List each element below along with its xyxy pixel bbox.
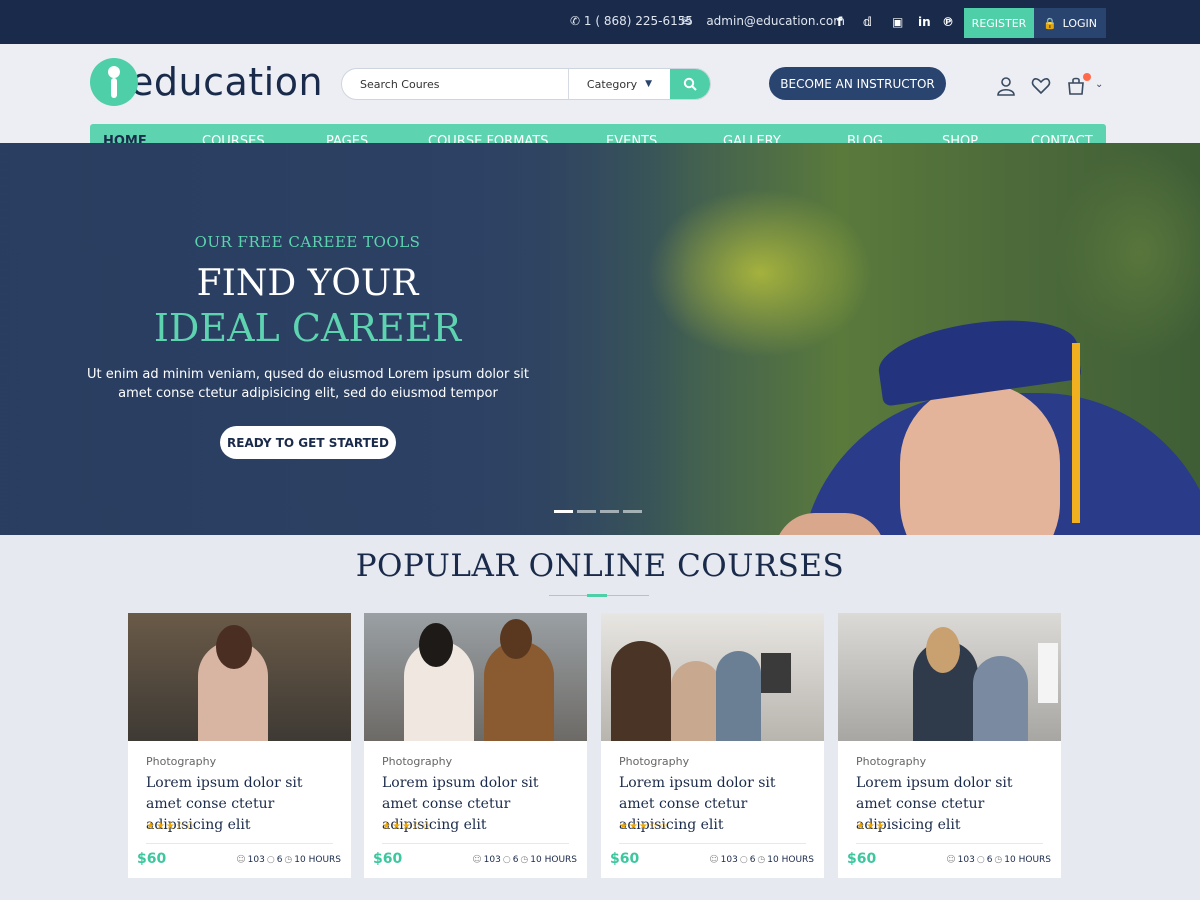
caret-down-icon: ▼ xyxy=(645,79,653,89)
course-search: Category ▼ xyxy=(341,68,711,100)
logo-person-icon xyxy=(90,58,138,106)
course-image[interactable] xyxy=(838,613,1061,741)
student-count: 103 xyxy=(247,855,265,865)
search-button[interactable] xyxy=(670,69,710,99)
become-instructor-button[interactable]: BECOME AN INSTRUCTOR xyxy=(769,67,946,100)
hero-subtitle: OUR FREE CAREEE TOOLS xyxy=(194,233,421,251)
hero-title-line1: FIND YOUR xyxy=(196,263,419,304)
course-hours: 10 HOURS xyxy=(530,855,577,865)
course-hours: 10 HOURS xyxy=(1004,855,1051,865)
register-label: REGISTER xyxy=(971,16,1027,30)
logo-text: education xyxy=(130,60,324,104)
slider-dot[interactable] xyxy=(600,510,619,513)
email-address: admin@education.com xyxy=(706,14,845,28)
category-label: Category xyxy=(586,77,638,91)
user-icon: ☺ xyxy=(472,855,482,865)
login-button[interactable]: 🔒 LOGIN xyxy=(1034,8,1106,38)
search-icon xyxy=(683,77,697,91)
course-meta: ☺ 103 ○ 6 ◷ 10 HOURS xyxy=(472,855,577,865)
course-price: $60 xyxy=(137,851,167,867)
course-price: $60 xyxy=(847,851,877,867)
twitter-icon[interactable]: 𝕕 xyxy=(863,15,872,29)
top-bar: ✆ 1 ( 868) 225-6155 ✉ admin@education.co… xyxy=(0,0,1200,44)
course-image[interactable] xyxy=(601,613,824,741)
hero-description: Ut enim ad minim veniam, qused do eiusmo… xyxy=(87,367,529,401)
facebook-icon[interactable]: f xyxy=(837,15,842,29)
phone-contact[interactable]: ✆ 1 ( 868) 225-6155 xyxy=(570,14,693,28)
heart-icon[interactable] xyxy=(1031,76,1051,96)
rating-stars: ★★★☆☆ xyxy=(382,821,432,832)
clock-icon: ◷ xyxy=(520,855,529,865)
slider-dot[interactable] xyxy=(623,510,642,513)
linkedin-icon[interactable]: in xyxy=(918,15,931,29)
student-count: 103 xyxy=(483,855,501,865)
email-contact[interactable]: ✉ admin@education.com xyxy=(681,14,845,28)
pinterest-icon[interactable]: ℗ xyxy=(942,15,954,29)
course-meta: ☺ 103 ○ 6 ◷ 10 HOURS xyxy=(946,855,1051,865)
user-icon: ☺ xyxy=(709,855,719,865)
lock-icon: 🔒 xyxy=(1042,16,1057,30)
search-input[interactable] xyxy=(342,69,568,99)
course-hours: 10 HOURS xyxy=(767,855,814,865)
comment-icon: ○ xyxy=(976,855,985,865)
course-category[interactable]: Photography xyxy=(146,755,216,768)
course-category[interactable]: Photography xyxy=(856,755,926,768)
clock-icon: ◷ xyxy=(284,855,293,865)
user-icon: ☺ xyxy=(236,855,246,865)
hero-title-line2: IDEAL CAREER xyxy=(153,306,462,350)
comment-icon: ○ xyxy=(502,855,511,865)
course-category[interactable]: Photography xyxy=(382,755,452,768)
course-meta: ☺ 103 ○ 6 ◷ 10 HOURS xyxy=(709,855,814,865)
clock-icon: ◷ xyxy=(757,855,766,865)
comment-count: 6 xyxy=(749,855,756,865)
category-dropdown[interactable]: Category ▼ xyxy=(568,69,670,99)
hero-slider: OUR FREE CAREEE TOOLS FIND YOUR IDEAL CA… xyxy=(0,143,1200,535)
course-image[interactable] xyxy=(128,613,351,741)
get-started-button[interactable]: READY TO GET STARTED xyxy=(220,426,396,459)
clock-icon: ◷ xyxy=(994,855,1003,865)
course-meta: ☺ 103 ○ 6 ◷ 10 HOURS xyxy=(236,855,341,865)
mail-icon: ✉ xyxy=(681,14,692,28)
slider-dot[interactable] xyxy=(554,510,573,513)
rating-stars: ★★★☆☆ xyxy=(146,821,196,832)
user-icon: ☺ xyxy=(946,855,956,865)
user-icon[interactable] xyxy=(996,76,1016,96)
comment-icon: ○ xyxy=(739,855,748,865)
section-divider xyxy=(549,594,649,597)
phone-number: 1 ( 868) 225-6155 xyxy=(583,14,694,28)
instagram-icon[interactable]: ▣ xyxy=(892,15,903,29)
register-button[interactable]: REGISTER xyxy=(964,8,1034,38)
rating-stars: ★★★ xyxy=(856,821,886,832)
slider-dot[interactable] xyxy=(577,510,596,513)
course-price: $60 xyxy=(610,851,640,867)
course-hours: 10 HOURS xyxy=(294,855,341,865)
comment-count: 6 xyxy=(986,855,993,865)
rating-stars: ★★★☆☆ xyxy=(619,821,669,832)
instructor-label: BECOME AN INSTRUCTOR xyxy=(780,76,935,91)
student-count: 103 xyxy=(720,855,738,865)
comment-icon: ○ xyxy=(266,855,275,865)
slider-dots xyxy=(554,510,642,513)
comment-count: 6 xyxy=(276,855,283,865)
phone-icon: ✆ xyxy=(570,14,581,28)
course-card[interactable]: Photography Lorem ipsum dolor sit amet c… xyxy=(128,613,351,878)
chevron-down-icon[interactable]: ⌄ xyxy=(1095,79,1103,90)
cart-count-badge: 0 xyxy=(1083,73,1091,81)
comment-count: 6 xyxy=(512,855,519,865)
course-image[interactable] xyxy=(364,613,587,741)
login-label: LOGIN xyxy=(1062,16,1098,30)
course-card[interactable]: Photography Lorem ipsum dolor sit amet c… xyxy=(364,613,587,878)
course-card[interactable]: Photography Lorem ipsum dolor sit amet c… xyxy=(601,613,824,878)
site-logo[interactable]: education xyxy=(90,56,323,108)
get-started-label: READY TO GET STARTED xyxy=(227,435,389,450)
course-price: $60 xyxy=(373,851,403,867)
course-card[interactable]: Photography Lorem ipsum dolor sit amet c… xyxy=(838,613,1061,878)
student-count: 103 xyxy=(957,855,975,865)
course-category[interactable]: Photography xyxy=(619,755,689,768)
section-title: POPULAR ONLINE COURSES xyxy=(355,548,845,584)
